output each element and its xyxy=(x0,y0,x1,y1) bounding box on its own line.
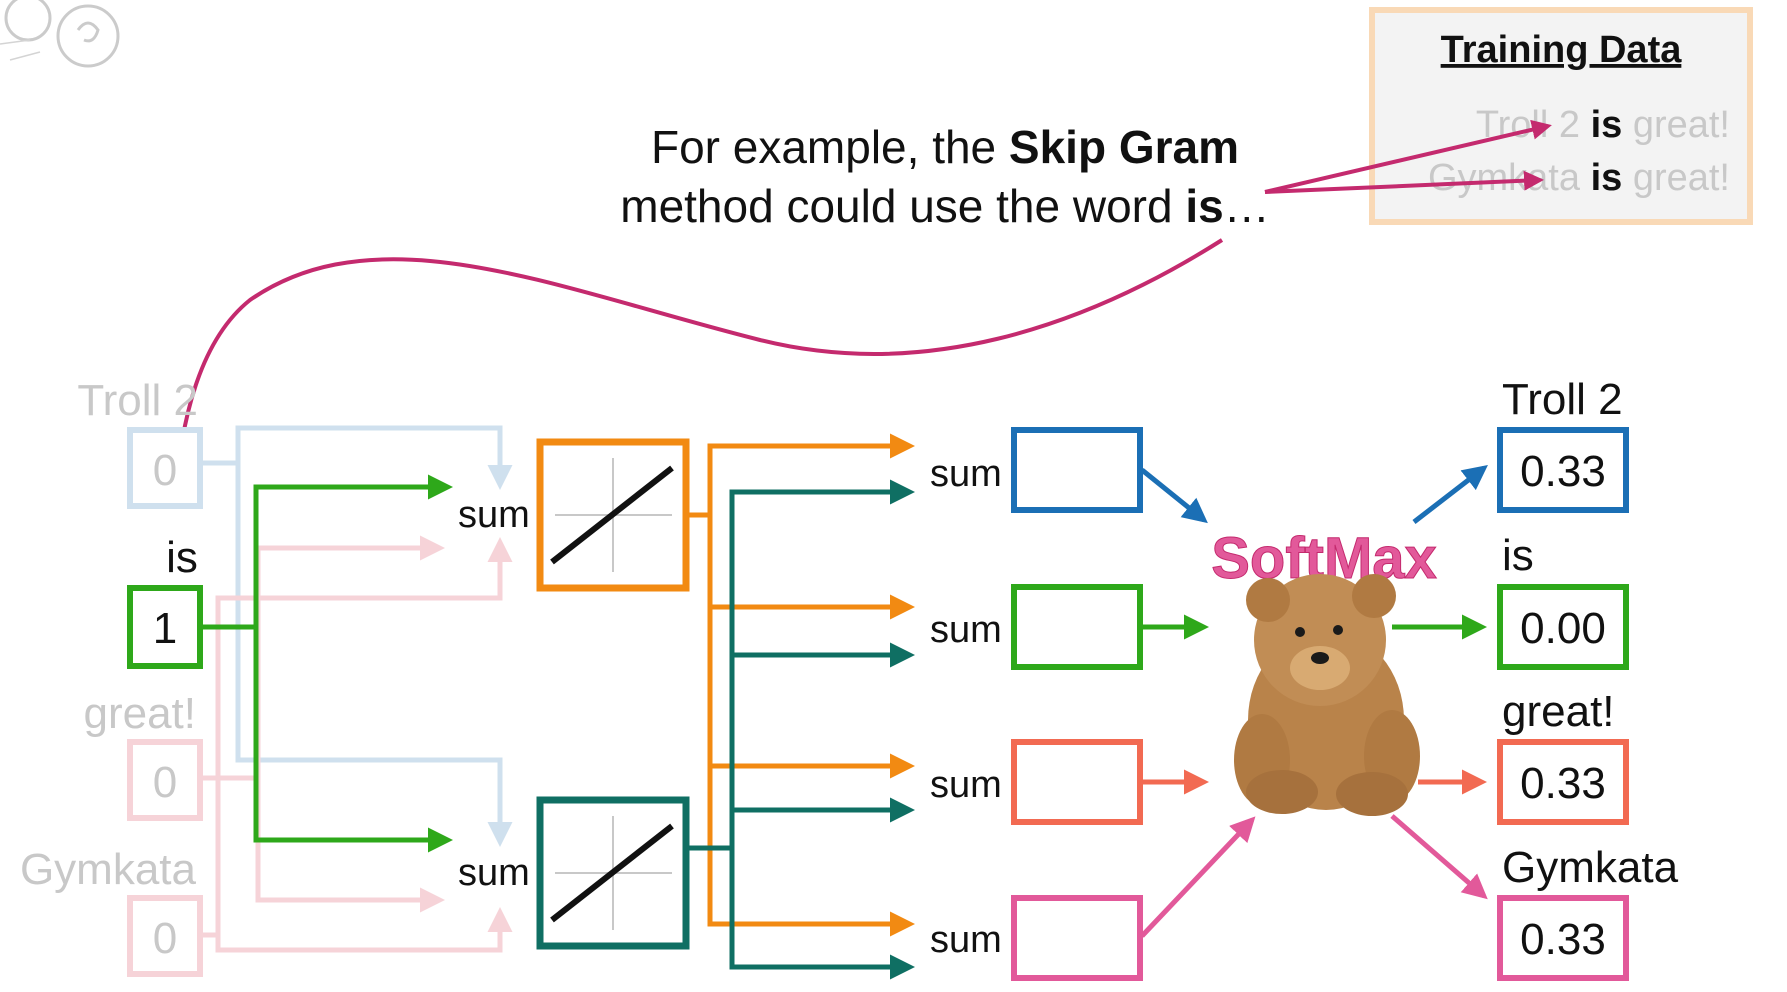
training-row-1-post: great! xyxy=(1622,104,1730,146)
diagram-canvas: Training Data Troll 2 is great! Gymkata … xyxy=(0,0,1753,981)
caption-line-2-bold: is xyxy=(1185,180,1223,232)
output-sum-box-2 xyxy=(1011,584,1143,670)
training-row-2: Gymkata is great! xyxy=(1428,157,1730,199)
orange-connections xyxy=(686,433,915,937)
caption-line-1: For example, the Skip Gram xyxy=(651,121,1239,173)
input-label-great: great! xyxy=(83,689,196,738)
input-value-is: 1 xyxy=(153,604,177,653)
input-label-gymkata: Gymkata xyxy=(20,845,197,894)
hidden-sum-label-bottom: sum xyxy=(458,852,530,894)
input-label-troll2: Troll 2 xyxy=(77,376,198,425)
caption-line-1-bold: Skip Gram xyxy=(1009,121,1239,173)
input-value-gymkata: 0 xyxy=(153,914,177,963)
training-row-2-pre: Gymkata xyxy=(1428,157,1591,199)
faded-connections xyxy=(200,425,513,953)
training-data-title: Training Data xyxy=(1441,29,1683,71)
output-sum-label-3: sum xyxy=(930,764,1002,806)
activation-box-bottom xyxy=(536,796,690,950)
input-value-great: 0 xyxy=(153,758,177,807)
teal-connections xyxy=(686,479,915,980)
output-value-is: 0.00 xyxy=(1520,604,1606,653)
caption-line-1-pre: For example, the xyxy=(651,121,1009,173)
input-label-is: is xyxy=(166,533,198,582)
output-label-troll2: Troll 2 xyxy=(1502,375,1623,424)
input-value-troll2: 0 xyxy=(153,446,177,495)
training-row-2-post: great! xyxy=(1622,157,1730,199)
caption-line-2-pre: method could use the word xyxy=(620,180,1185,232)
caption-line-2-post: … xyxy=(1224,180,1270,232)
training-row-2-bold: is xyxy=(1591,157,1623,199)
output-value-great: 0.33 xyxy=(1520,759,1606,808)
output-value-troll2: 0.33 xyxy=(1520,447,1606,496)
output-label-is: is xyxy=(1502,531,1534,580)
teddy-bear-image xyxy=(1234,574,1420,816)
logo xyxy=(0,0,120,68)
output-sums: sum sum sum sum xyxy=(930,427,1143,981)
output-sum-box-4 xyxy=(1011,895,1143,981)
caption: For example, the Skip Gram method could … xyxy=(620,121,1270,232)
output-value-gymkata: 0.33 xyxy=(1520,915,1606,964)
output-sum-box-3 xyxy=(1011,739,1143,825)
activation-box-top xyxy=(536,438,690,592)
training-row-1-bold: is xyxy=(1591,104,1623,146)
input-column: Troll 2 0 is 1 great! 0 Gymkata 0 xyxy=(20,376,203,977)
training-row-1: Troll 2 is great! xyxy=(1476,104,1730,146)
output-column: Troll 2 0.33 is 0.00 great! 0.33 Gymkata… xyxy=(1497,375,1679,981)
hidden-sum-label-top: sum xyxy=(458,494,530,536)
output-sum-label-1: sum xyxy=(930,453,1002,495)
training-data-panel: Training Data Troll 2 is great! Gymkata … xyxy=(1369,7,1753,225)
output-label-gymkata: Gymkata xyxy=(1502,843,1679,892)
output-sum-label-2: sum xyxy=(930,609,1002,651)
output-label-great: great! xyxy=(1502,687,1615,736)
output-sum-box-1 xyxy=(1011,427,1143,513)
output-sum-label-4: sum xyxy=(930,919,1002,961)
caption-line-2: method could use the word is… xyxy=(620,180,1270,232)
